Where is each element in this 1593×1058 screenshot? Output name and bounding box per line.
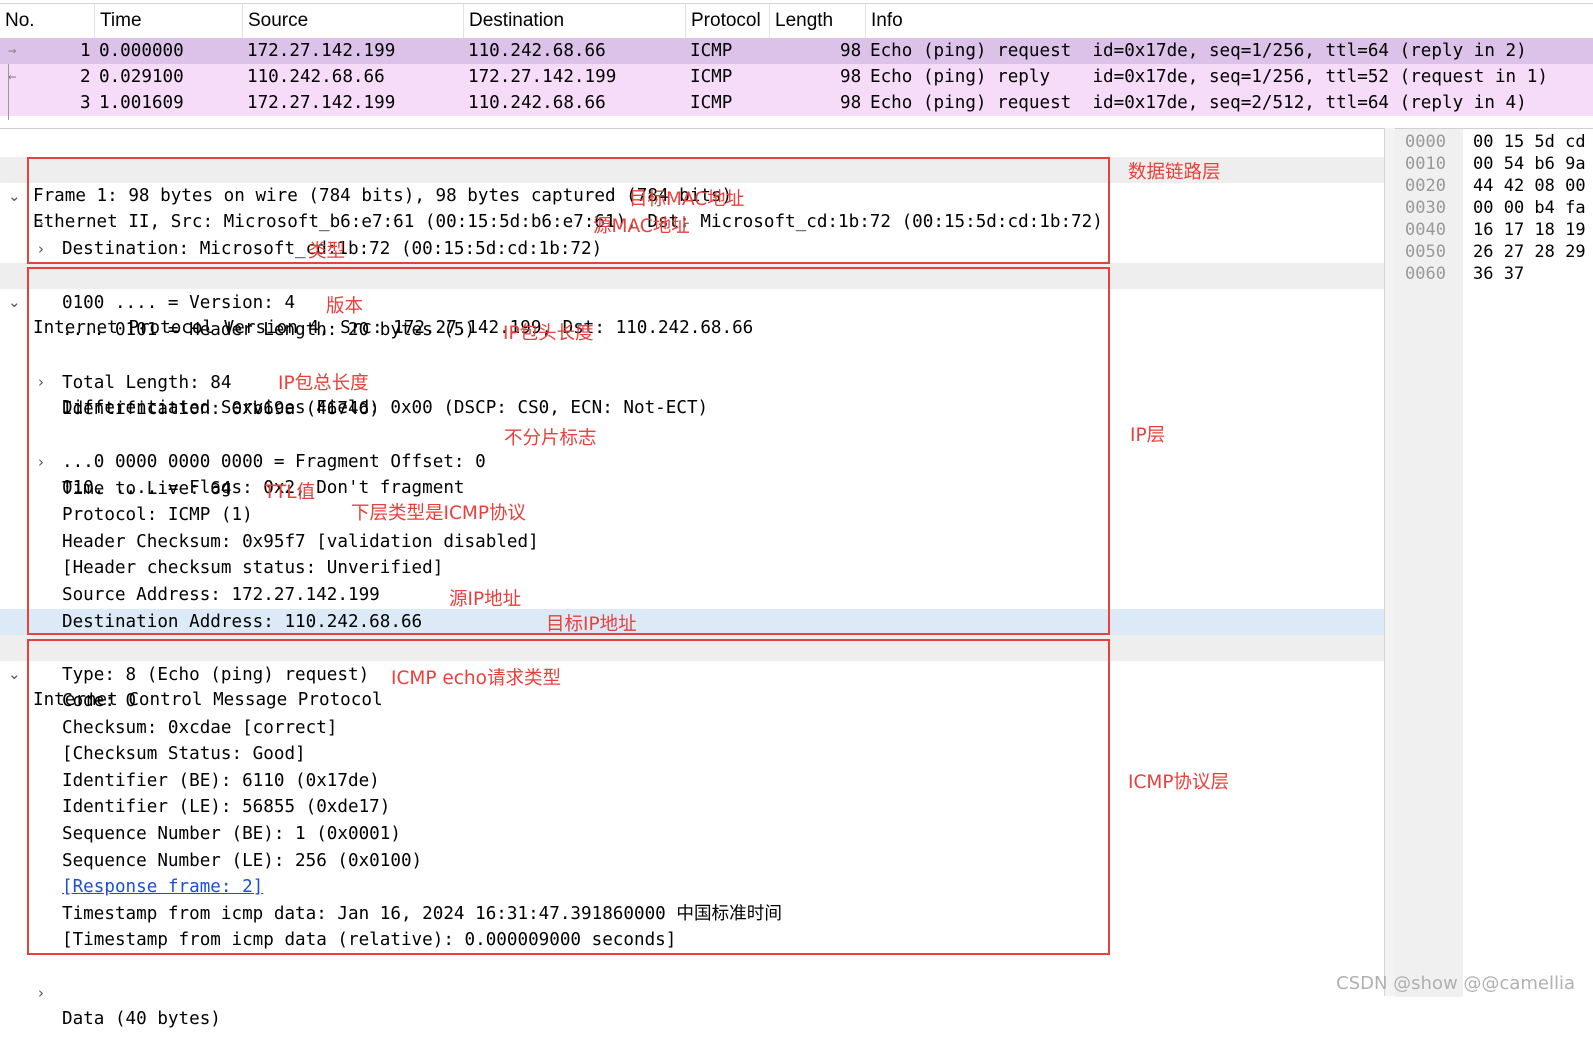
annotation-ip-hdrlen: IP包头长度 <box>503 323 594 344</box>
tree-item-frame[interactable]: › Frame 1: 98 bytes on wire (784 bits), … <box>0 131 1384 206</box>
packet-protocol: ICMP <box>690 93 733 113</box>
packet-time: 0.029100 <box>99 67 184 87</box>
packet-row[interactable]: → 1 0.000000 172.27.142.199 110.242.68.6… <box>0 38 1593 64</box>
hex-pane: 0000 00 15 5d cd 0010 00 54 b6 9a 0020 44 4… <box>1395 128 1593 997</box>
packet-no: 3 <box>80 93 91 113</box>
annotation-src-ip: 源IP地址 <box>449 589 522 610</box>
packet-details: › Frame 1: 98 bytes on wire (784 bits), … <box>0 128 1384 1029</box>
hex-offset: 0030 <box>1405 198 1446 218</box>
icmp-highlight-box <box>27 639 1110 955</box>
hex-offset: 0040 <box>1405 220 1446 240</box>
hex-bytes: 16 17 18 19 <box>1473 220 1586 240</box>
hex-bytes: 00 00 b4 fa <box>1473 198 1586 218</box>
annotation-ip-totlen: IP包总长度 <box>278 373 369 394</box>
chevron-right-icon[interactable]: › <box>38 980 44 1006</box>
hex-offset: 0000 <box>1405 132 1446 152</box>
packet-source: 110.242.68.66 <box>247 67 385 87</box>
packet-info: Echo (ping) reply id=0x17de, seq=1/256, … <box>870 67 1548 87</box>
related-bracket <box>8 64 9 120</box>
column-no[interactable]: No. <box>0 4 95 38</box>
packet-destination: 110.242.68.66 <box>468 41 606 61</box>
column-info[interactable]: Info <box>866 4 1593 38</box>
annotation-dst-ip: 目标IP地址 <box>546 614 637 635</box>
annotation-ip-layer: IP层 <box>1130 425 1166 446</box>
packet-time: 0.000000 <box>99 41 184 61</box>
packet-length: 98 <box>840 93 862 113</box>
packet-row[interactable]: 3 1.001609 172.27.142.199 110.242.68.66 … <box>0 90 1593 116</box>
packet-protocol: ICMP <box>690 67 733 87</box>
packet-length: 98 <box>840 67 862 87</box>
packet-protocol: ICMP <box>690 41 733 61</box>
packet-source: 172.27.142.199 <box>247 93 396 113</box>
packet-source: 172.27.142.199 <box>247 41 396 61</box>
annotation-dont-frag: 不分片标志 <box>504 428 597 449</box>
annotation-datalink: 数据链路层 <box>1128 162 1221 183</box>
packet-list-header: No. Time Source Destination Protocol Len… <box>0 3 1593 39</box>
annotation-lower-type: 下层类型是ICMP协议 <box>351 503 526 524</box>
column-destination[interactable]: Destination <box>464 4 686 38</box>
annotation-ttl: TTL值 <box>264 482 316 503</box>
details-scrollbar[interactable] <box>1384 128 1395 996</box>
packet-destination: 172.27.142.199 <box>468 67 617 87</box>
hex-offset: 0020 <box>1405 176 1446 196</box>
hex-bytes: 26 27 28 29 <box>1473 242 1586 262</box>
packet-info: Echo (ping) request id=0x17de, seq=2/512… <box>870 93 1527 113</box>
packet-no: 2 <box>80 67 91 87</box>
column-protocol[interactable]: Protocol <box>686 4 770 38</box>
watermark: CSDN @show @@camellia <box>1336 973 1575 994</box>
related-arrow-icon: → <box>8 43 17 59</box>
packet-no: 1 <box>80 41 91 61</box>
column-length[interactable]: Length <box>770 4 866 38</box>
column-time[interactable]: Time <box>95 4 243 38</box>
hex-bytes: 00 15 5d cd <box>1473 132 1586 152</box>
annotation-icmp-layer: ICMP协议层 <box>1128 772 1229 793</box>
annotation-version: 版本 <box>326 296 364 317</box>
hex-bytes: 44 42 08 00 <box>1473 176 1586 196</box>
packet-row[interactable]: ← 2 0.029100 110.242.68.66 172.27.142.19… <box>0 64 1593 90</box>
tree-label: Data (40 bytes) <box>62 1009 221 1029</box>
annotation-type: 类型 <box>308 241 346 262</box>
packet-time: 1.001609 <box>99 93 184 113</box>
hex-offset: 0050 <box>1405 242 1446 262</box>
hex-offset: 0060 <box>1405 264 1446 284</box>
related-arrow-icon: ← <box>8 69 17 85</box>
packet-info: Echo (ping) request id=0x17de, seq=1/256… <box>870 41 1527 61</box>
annotation-icmp-type: ICMP echo请求类型 <box>391 668 561 689</box>
annotation-dst-mac: 目标MAC地址 <box>629 189 745 210</box>
packet-length: 98 <box>840 41 862 61</box>
column-source[interactable]: Source <box>243 4 464 38</box>
hex-bytes: 00 54 b6 9a <box>1473 154 1586 174</box>
datalink-highlight-box <box>27 157 1110 264</box>
packet-destination: 110.242.68.66 <box>468 93 606 113</box>
packet-list: No. Time Source Destination Protocol Len… <box>0 0 1593 122</box>
tree-item-data[interactable]: › Data (40 bytes) <box>0 954 1384 1029</box>
hex-bytes: 36 37 <box>1473 264 1525 284</box>
annotation-src-mac: 源MAC地址 <box>593 216 690 237</box>
hex-offset: 0010 <box>1405 154 1446 174</box>
